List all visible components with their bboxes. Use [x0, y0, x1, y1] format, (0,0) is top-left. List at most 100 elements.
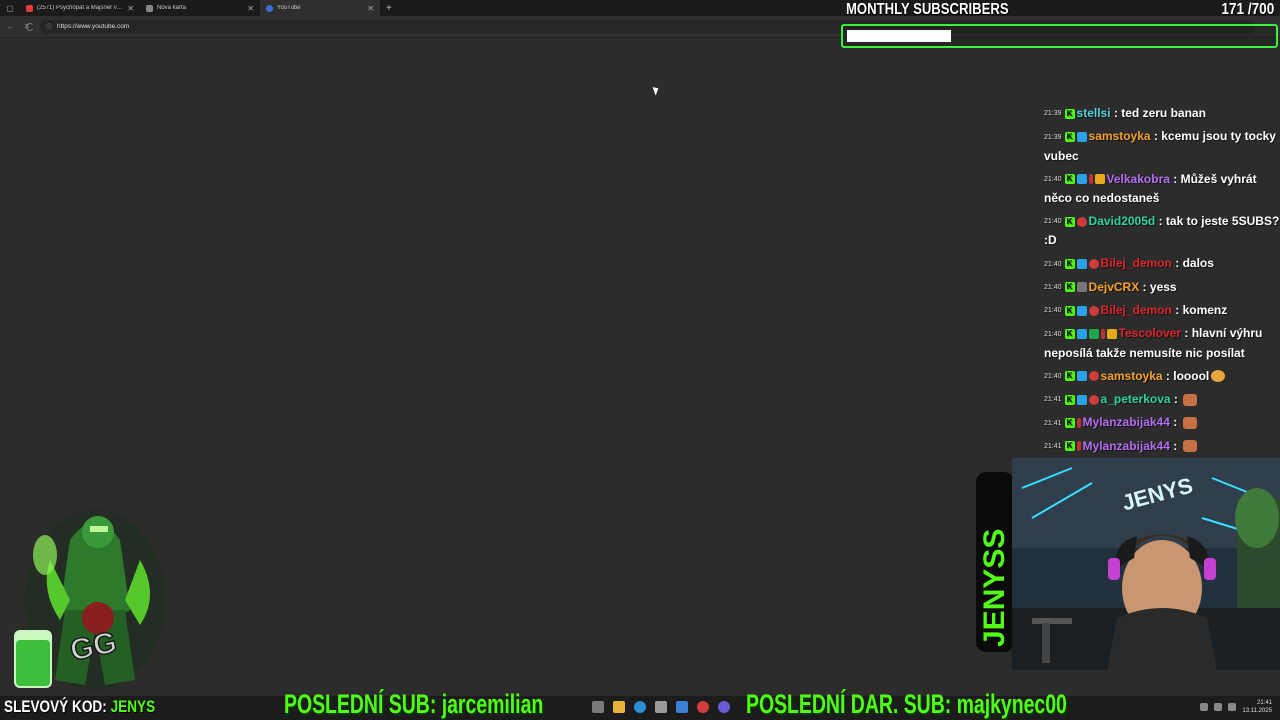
- avatar-badge-icon: [1088, 394, 1099, 405]
- browser-tab-0[interactable]: (2571) Psychopat a Majsner vs pl ✕: [20, 0, 140, 16]
- chat-message: 21:39 Ksamstoyka : kcemu jsou ty tocky vu…: [1040, 126, 1280, 168]
- chat-username[interactable]: Mylanzabijak44: [1083, 439, 1170, 453]
- promo-code-banner: SLEVOVÝ KOD: JENYS: [0, 694, 193, 720]
- chat-username[interactable]: Velkakobra: [1107, 172, 1170, 186]
- chat-timestamp: 21:39: [1044, 133, 1062, 141]
- subscriber-badge-icon: [1076, 394, 1087, 405]
- chat-separator: :: [1181, 326, 1192, 341]
- chat-timestamp: 21:41: [1044, 419, 1062, 427]
- svg-text:JENYSS: JENYSS: [978, 529, 1011, 647]
- chat-separator: :: [1139, 279, 1150, 294]
- close-tab-icon[interactable]: ✕: [127, 4, 134, 13]
- youtube-favicon-icon: [26, 4, 33, 12]
- tab-title: (2571) Psychopat a Majsner vs pl: [37, 5, 124, 11]
- jenyss-vertical-logo: JENYSS: [976, 472, 1014, 652]
- chat-username[interactable]: David2005d: [1089, 214, 1156, 228]
- chat-separator: :: [1155, 213, 1166, 228]
- chat-timestamp: 21:40: [1044, 260, 1062, 268]
- gift-badge-icon: [1094, 174, 1105, 185]
- chat-message: 21:40 K Bilej_demon : komenz: [1040, 300, 1280, 323]
- chat-feed: 21:39 Kstellsi : ted zeru banan 21:39 Ksams…: [1040, 103, 1280, 459]
- file-explorer-icon[interactable]: [613, 701, 625, 713]
- webcam-feed: JENYS: [1012, 458, 1280, 670]
- verified-badge-icon: [1076, 282, 1087, 293]
- chat-message: 21:40 K DejvCRX : yess: [1040, 277, 1280, 300]
- chat-message: 21:41 K Mylanzabijak44 :: [1040, 436, 1280, 459]
- clock-time: 21:41: [1256, 700, 1272, 706]
- chat-timestamp: 21:40: [1044, 283, 1062, 291]
- chat-text: yess: [1149, 279, 1177, 294]
- opera-icon[interactable]: [697, 701, 709, 713]
- task-view-icon[interactable]: [592, 701, 604, 713]
- promo-label: SLEVOVÝ KOD: JENYS: [4, 697, 155, 717]
- chat-username[interactable]: Bilej_demon: [1101, 303, 1172, 317]
- chat-username[interactable]: DejvCRX: [1089, 280, 1140, 294]
- chat-username[interactable]: samstoyka: [1089, 129, 1151, 143]
- chevron-up-icon[interactable]: [1200, 703, 1209, 711]
- cat-emote-icon: [1211, 370, 1226, 383]
- chat-separator: :: [1169, 171, 1181, 186]
- mail-icon[interactable]: [676, 701, 688, 713]
- chat-separator: :: [1171, 256, 1183, 271]
- subscriber-badge-icon: [1076, 371, 1087, 382]
- goal-target: /700: [1247, 1, 1274, 18]
- subscriber-badge-icon: [1076, 174, 1087, 185]
- kick-badge-icon: K: [1064, 216, 1075, 227]
- subscriber-badge-icon: [1076, 329, 1087, 340]
- chat-username[interactable]: Mylanzabijak44: [1083, 415, 1170, 429]
- subscriber-badge-icon: [1076, 132, 1087, 143]
- goal-count: 171 /700: [1221, 1, 1274, 19]
- chat-message: 21:40 K Bilej_demon : dalos: [1040, 253, 1280, 276]
- tab-title: Nová karta: [157, 5, 187, 11]
- edge-browser-icon[interactable]: [634, 701, 646, 713]
- face-emote-icon: [1183, 393, 1198, 406]
- chat-text: ted zeru banan: [1121, 106, 1206, 120]
- chat-separator: :: [1169, 438, 1181, 453]
- browser-tab-1[interactable]: Nová karta ✕: [140, 0, 260, 16]
- kick-badge-icon: K: [1064, 371, 1075, 382]
- back-arrow-icon[interactable]: ←: [6, 22, 16, 31]
- chat-text: dalos: [1182, 256, 1214, 271]
- sword-badge-icon: [1100, 329, 1105, 340]
- chat-message: 21:41 Ka_peterkova :: [1040, 389, 1280, 412]
- taskbar-apps: [592, 701, 730, 713]
- gem-badge-icon: [1088, 329, 1099, 340]
- kick-badge-icon: K: [1064, 174, 1075, 185]
- subscriber-goal-widget: MONTHLY SUBSCRIBERS 171 /700: [840, 0, 1280, 50]
- discord-icon[interactable]: [718, 701, 730, 713]
- taskbar-clock[interactable]: 21:41 13.11.2025: [1242, 699, 1272, 715]
- store-icon[interactable]: [655, 701, 667, 713]
- tab-title: YouTube: [277, 5, 301, 11]
- browser-tab-2[interactable]: YouTube ✕: [260, 0, 380, 16]
- chat-message: 21:40 K Velkakobra : Můžeš vyhrát něco co …: [1040, 169, 1280, 211]
- chat-username[interactable]: samstoyka: [1101, 369, 1163, 383]
- system-tray: 21:41 13.11.2025: [1200, 699, 1272, 715]
- sword-badge-icon: [1088, 174, 1093, 185]
- chat-username[interactable]: Tescolover: [1119, 326, 1181, 340]
- chat-separator: :: [1162, 368, 1174, 383]
- loading-spinner-icon: [26, 23, 34, 31]
- sword-badge-icon: [1076, 418, 1081, 429]
- gift-badge-icon: [1106, 329, 1117, 340]
- close-tab-icon[interactable]: ✕: [367, 4, 374, 13]
- chat-timestamp: 21:41: [1044, 396, 1062, 404]
- chat-separator: :: [1169, 415, 1181, 430]
- volume-icon[interactable]: [1228, 703, 1237, 711]
- site-info-icon[interactable]: ⓘ: [46, 22, 52, 31]
- tab-actions-icon[interactable]: ▢: [0, 0, 20, 16]
- chat-message: 21:41 K Mylanzabijak44 :: [1040, 412, 1280, 435]
- url-text: https://www.youtube.com: [57, 23, 130, 30]
- chat-username[interactable]: stellsi: [1077, 106, 1111, 120]
- chat-timestamp: 21:40: [1044, 307, 1062, 315]
- screen: { "browser": { "tabs": [ {"title": "(257…: [0, 0, 1280, 720]
- goal-title: MONTHLY SUBSCRIBERS: [846, 1, 1009, 18]
- chat-separator: :: [1150, 129, 1162, 144]
- chat-username[interactable]: a_peterkova: [1101, 392, 1171, 406]
- close-tab-icon[interactable]: ✕: [247, 4, 254, 13]
- plus-icon[interactable]: +: [380, 3, 398, 14]
- chat-timestamp: 21:40: [1044, 175, 1062, 183]
- network-icon[interactable]: [1214, 703, 1223, 711]
- chat-timestamp: 21:40: [1044, 372, 1062, 380]
- chat-timestamp: 21:41: [1044, 442, 1062, 450]
- chat-username[interactable]: Bilej_demon: [1101, 256, 1172, 270]
